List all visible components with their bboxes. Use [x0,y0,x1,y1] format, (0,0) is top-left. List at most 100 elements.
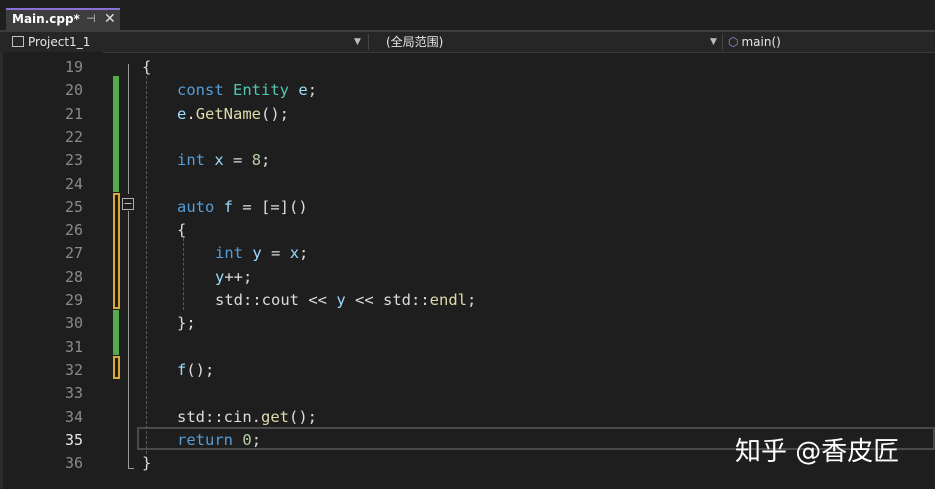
namespace: std [215,291,243,309]
line-number: 24 [64,174,83,193]
indent-guide [146,76,147,454]
code-line-19: { [142,56,151,79]
project-dropdown[interactable]: Project1_1 [12,32,90,52]
code-line-21: e.GetName(); [177,103,289,126]
code-line-20: const Entity e; [177,79,317,102]
line-number: 21 [64,104,83,123]
namespace: std [383,291,411,309]
code-line-36: } [142,452,151,475]
line-number: 20 [64,81,83,100]
line-number: 29 [64,291,83,309]
operator: ++; [224,267,253,286]
line-number: 27 [64,244,83,263]
variable: y [252,244,262,263]
method-cube-icon: ⬡ [728,35,739,49]
code-line-30: }; [177,312,196,335]
collapse-icon[interactable]: − [122,198,134,210]
chevron-down-icon[interactable]: ▼ [354,32,361,52]
punctuation: (); [261,104,290,123]
brace: { [177,221,187,240]
nav-divider [722,34,723,50]
variable: x [289,244,300,263]
function-name: endl [429,291,467,309]
tab-main-cpp[interactable]: Main.cpp* ⊣ ✕ [6,8,120,30]
project-icon [12,36,24,47]
scope-op: :: [411,291,430,309]
line-number: 19 [64,58,83,76]
line-number: 28 [64,267,83,286]
variable: x [214,151,224,170]
function-name: GetName [195,104,262,123]
indent-guide [183,238,184,310]
punctuation: ; [307,81,318,100]
change-marker-saved [113,76,119,192]
line-number: 32 [64,360,83,379]
line-number: 36 [64,454,83,473]
nav-divider [368,34,369,50]
punctuation: (); [186,360,215,379]
fold-end [128,468,134,469]
variable: e [298,81,308,100]
keyword: int [177,151,205,170]
change-marker-saved [113,310,119,355]
line-number: 26 [64,221,83,240]
number: 0 [242,430,252,449]
code-line-35: return 0; [177,429,261,452]
line-number: 34 [64,407,83,426]
code-line-23: int x = 8; [177,149,270,172]
number: 8 [251,151,262,170]
variable: e [177,104,187,123]
line-number-current: 35 [64,430,83,449]
code-line-29: std::cout << y << std::endl; [215,289,476,312]
keyword: return [177,430,233,449]
variable: f [223,197,234,216]
identifier: cin [223,407,252,426]
member-label: main() [741,35,781,49]
scope-op: :: [243,291,262,309]
code-line-27: int y = x; [215,242,308,265]
keyword: const [177,81,224,100]
tab-title: Main.cpp* [12,12,80,26]
punctuation: (); [289,407,318,426]
pin-icon[interactable]: ⊣ [86,12,96,25]
function-name: get [261,407,290,426]
namespace: std [177,407,205,426]
line-number: 31 [64,337,83,356]
scope-dropdown[interactable]: (全局范围) [386,32,443,52]
lambda-capture: = [=]() [233,197,308,216]
operator: = [261,244,290,263]
code-line-28: y++; [215,266,252,289]
variable: y [336,291,346,309]
brace: { [142,58,152,76]
fold-line [128,64,129,194]
line-number: 23 [64,151,83,170]
operator: << [345,291,383,309]
line-number: 22 [64,127,83,146]
navigation-bar: Project1_1 ▼ (全局范围) ▼ ⬡ main() [0,32,935,53]
variable: y [215,267,225,286]
fold-line [128,211,129,469]
punctuation: . [186,104,196,123]
punctuation: ; [299,244,309,263]
close-icon[interactable]: ✕ [104,11,116,27]
brace: } [142,454,152,473]
operator: << [299,291,337,309]
identifier: cout [261,291,299,309]
punctuation: ; [251,430,262,449]
chevron-down-icon[interactable]: ▼ [710,32,717,52]
project-label: Project1_1 [28,35,91,49]
change-marker-unsaved [113,356,120,379]
type-name: Entity [233,81,290,100]
variable: f [177,360,187,379]
operator: = [223,151,252,170]
change-marker-unsaved [113,193,120,309]
code-line-32: f(); [177,359,214,382]
member-dropdown[interactable]: ⬡ main() [728,32,781,52]
keyword: auto [177,197,215,216]
document-tab-bar: Main.cpp* ⊣ ✕ [0,0,935,32]
